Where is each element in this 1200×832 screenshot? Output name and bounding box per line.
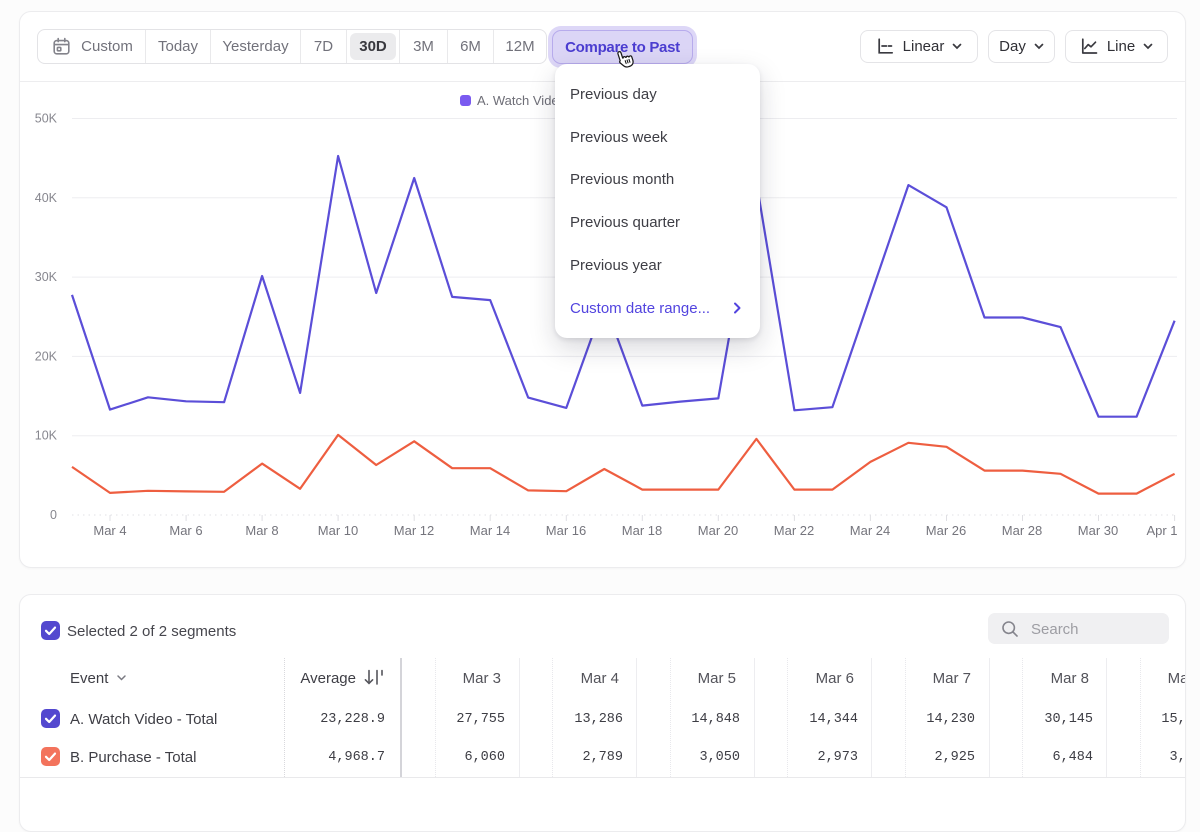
svg-text:Mar 6: Mar 6	[169, 523, 202, 538]
svg-text:Mar 30: Mar 30	[1078, 523, 1118, 538]
svg-text:20K: 20K	[35, 349, 58, 363]
svg-text:Mar 20: Mar 20	[698, 523, 738, 538]
svg-text:Mar 28: Mar 28	[1002, 523, 1042, 538]
svg-text:Mar 26: Mar 26	[926, 523, 966, 538]
svg-text:Mar 22: Mar 22	[774, 523, 814, 538]
svg-text:30K: 30K	[35, 270, 58, 284]
svg-text:Mar 8: Mar 8	[245, 523, 278, 538]
svg-text:Mar 16: Mar 16	[546, 523, 586, 538]
svg-text:Mar 18: Mar 18	[622, 523, 662, 538]
svg-text:Mar 14: Mar 14	[470, 523, 510, 538]
svg-text:Apr 1: Apr 1	[1146, 523, 1177, 538]
svg-text:Mar 24: Mar 24	[850, 523, 890, 538]
svg-text:40K: 40K	[35, 191, 58, 205]
svg-text:50K: 50K	[35, 112, 58, 126]
svg-text:Mar 12: Mar 12	[394, 523, 434, 538]
svg-text:10K: 10K	[35, 429, 58, 443]
svg-text:0: 0	[50, 508, 57, 522]
svg-text:Mar 4: Mar 4	[93, 523, 126, 538]
svg-text:Mar 10: Mar 10	[318, 523, 358, 538]
